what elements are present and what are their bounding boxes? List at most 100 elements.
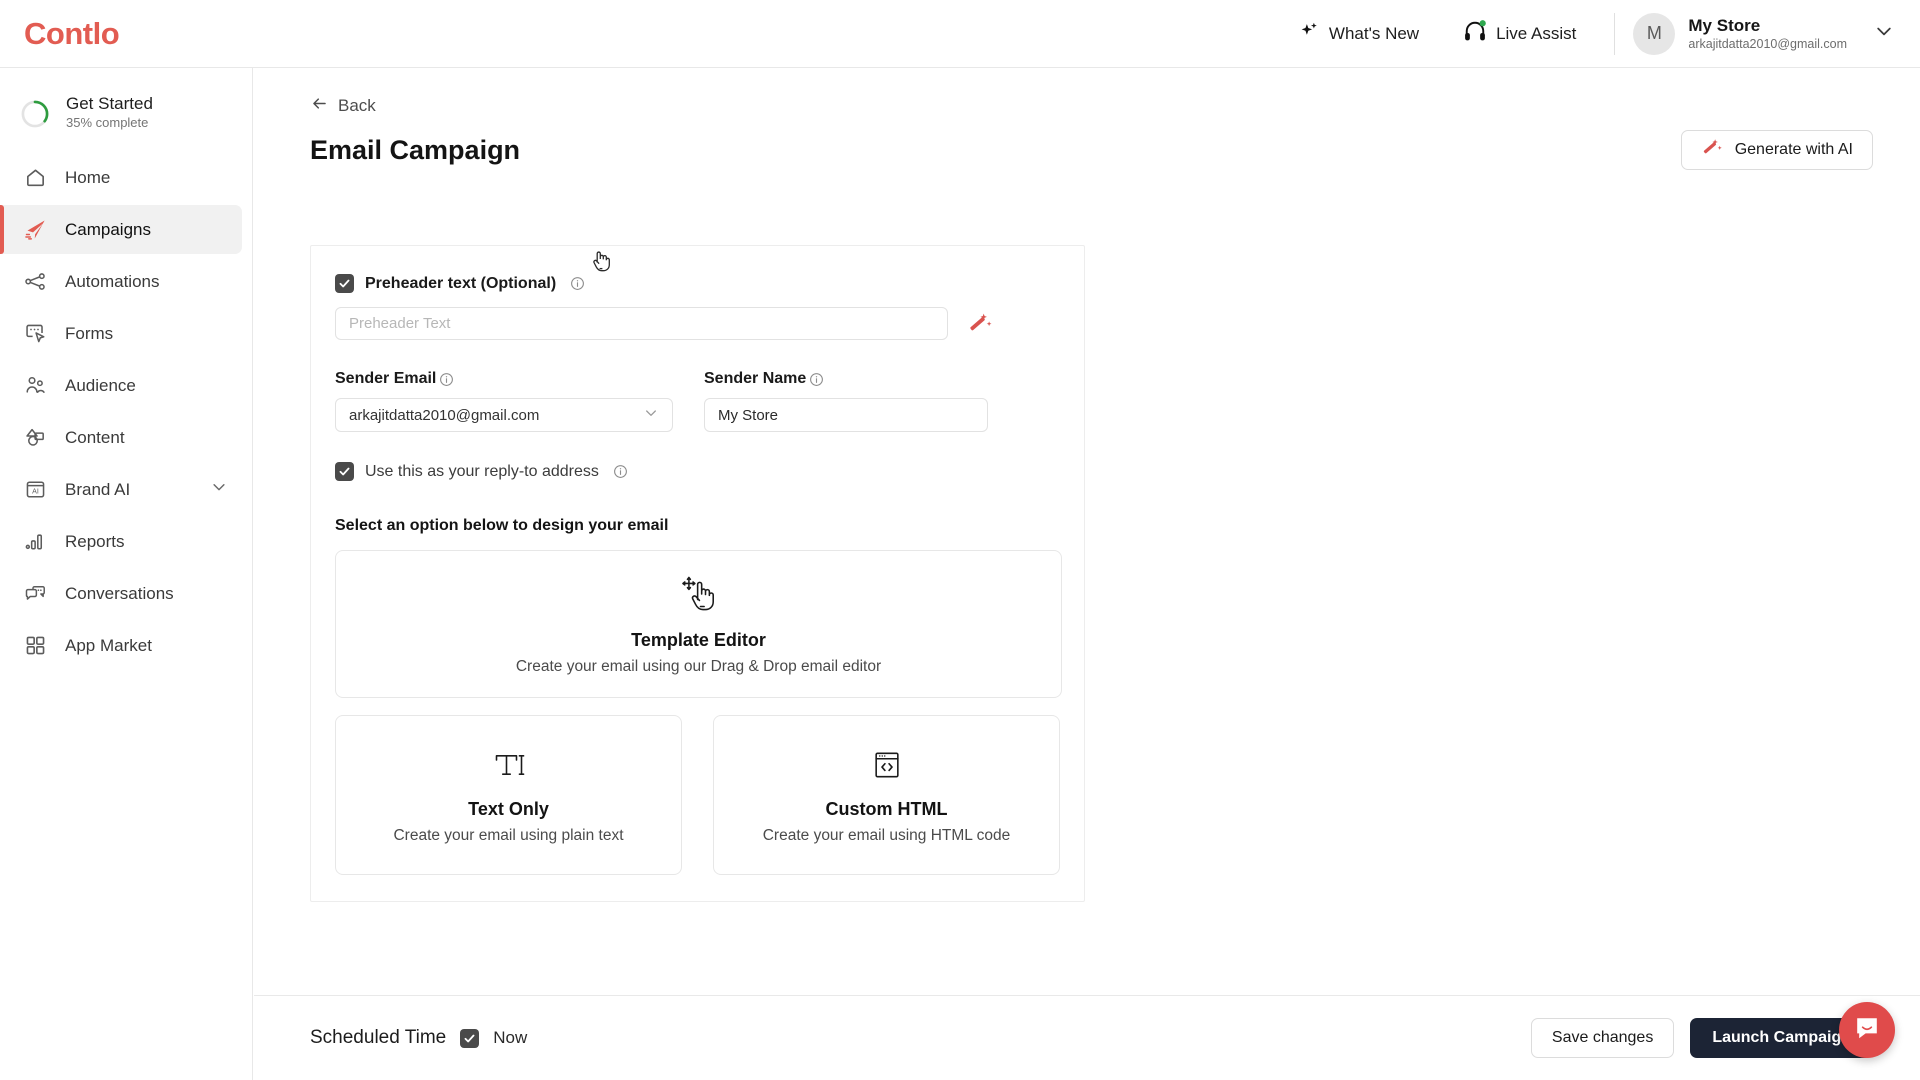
option-card-text-only[interactable]: Text Only Create your email using plain … <box>335 715 682 875</box>
sidebar-item-content[interactable]: Content <box>0 413 242 462</box>
reply-to-label: Use this as your reply-to address <box>365 462 599 480</box>
info-icon[interactable] <box>613 464 628 479</box>
sender-fields-row: Sender Email arkajitdatta2010@gmail.com <box>335 370 1060 432</box>
sidebar-label-app-market: App Market <box>65 635 152 655</box>
campaign-scroll-area: Back Email Campaign Generate with AI Pre… <box>254 68 1920 996</box>
sender-name-group: Sender Name <box>704 370 988 432</box>
footer-action-bar: Scheduled Time Now Save changes Launch C… <box>254 996 1920 1080</box>
option-card-template-editor[interactable]: Template Editor Create your email using … <box>335 550 1062 698</box>
live-assist-label: Live Assist <box>1496 23 1577 43</box>
scheduled-time-group: Scheduled Time Now <box>310 1027 527 1049</box>
preheader-magic-wand-icon[interactable] <box>966 310 994 338</box>
sidebar-label-audience: Audience <box>65 375 136 395</box>
campaign-form-card: Preheader text (Optional) Preheader Text… <box>310 245 1085 902</box>
support-chat-button[interactable] <box>1839 1002 1895 1058</box>
sidebar-label-home: Home <box>65 167 111 187</box>
info-icon[interactable] <box>570 276 585 291</box>
ai-box-icon: AI <box>23 477 48 502</box>
sidebar-label-content: Content <box>65 427 125 447</box>
magic-wand-icon <box>1701 137 1723 164</box>
sparkle-icon <box>1299 21 1320 47</box>
home-icon <box>23 165 48 190</box>
sender-email-label-row: Sender Email <box>335 370 673 388</box>
page-title: Email Campaign <box>310 135 521 165</box>
sidebar-item-reports[interactable]: Reports <box>0 517 242 566</box>
sidebar-label-reports: Reports <box>65 531 125 551</box>
sidebar-item-automations[interactable]: Automations <box>0 257 242 306</box>
sidebar-label-conversations: Conversations <box>65 583 174 603</box>
sidebar-item-conversations[interactable]: Conversations <box>0 569 242 618</box>
app-logo[interactable]: Contlo <box>0 16 253 52</box>
info-icon[interactable] <box>439 372 454 387</box>
save-changes-button[interactable]: Save changes <box>1530 1018 1675 1058</box>
sidebar-item-forms[interactable]: Forms <box>0 309 242 358</box>
bar-chart-icon <box>23 529 48 554</box>
preheader-input[interactable] <box>335 307 948 340</box>
sender-name-input[interactable] <box>704 398 988 432</box>
generate-with-ai-label: Generate with AI <box>1734 141 1853 158</box>
preheader-checkbox-row[interactable]: Preheader text (Optional) <box>335 274 1060 293</box>
footer-buttons: Save changes Launch Campaign <box>1530 1018 1873 1058</box>
people-icon <box>23 373 48 398</box>
sender-email-group: Sender Email arkajitdatta2010@gmail.com <box>335 370 673 432</box>
sidebar-item-audience[interactable]: Audience <box>0 361 242 410</box>
nodes-icon <box>23 269 48 294</box>
chat-bubbles-icon <box>23 581 48 606</box>
scheduled-time-label: Scheduled Time <box>310 1027 447 1048</box>
main-content: Back Email Campaign Generate with AI Pre… <box>254 68 1920 1080</box>
chat-message-icon <box>1853 1014 1881 1047</box>
sender-name-label-row: Sender Name <box>704 370 988 388</box>
generate-with-ai-button[interactable]: Generate with AI <box>1680 130 1873 170</box>
progress-ring-icon <box>20 99 50 129</box>
preheader-field-row <box>335 307 1060 340</box>
schedule-now-label: Now <box>493 1028 528 1047</box>
chevron-down-icon[interactable] <box>210 478 228 501</box>
chevron-down-icon <box>643 405 659 425</box>
topbar-divider <box>1614 12 1616 55</box>
text-type-icon <box>489 745 529 790</box>
design-section-title: Select an option below to design your em… <box>335 517 669 534</box>
sender-name-label: Sender Name <box>704 370 807 387</box>
profile-menu[interactable]: M My Store arkajitdatta2010@gmail.com <box>1623 12 1920 55</box>
option-title-template-editor: Template Editor <box>631 630 766 650</box>
paper-plane-icon <box>23 217 48 242</box>
profile-name: My Store <box>1688 15 1761 35</box>
sender-email-label: Sender Email <box>335 370 437 387</box>
option-card-custom-html[interactable]: Custom HTML Create your email using HTML… <box>713 715 1060 875</box>
sidebar-label-forms: Forms <box>65 323 114 343</box>
sidebar-label-brand-ai: Brand AI <box>65 479 131 499</box>
sender-email-select[interactable]: arkajitdatta2010@gmail.com <box>335 398 673 432</box>
sidebar-label-automations: Automations <box>65 271 160 291</box>
sidebar-item-app-market[interactable]: App Market <box>0 621 242 670</box>
option-desc-template-editor: Create your email using our Drag & Drop … <box>515 658 882 675</box>
code-window-icon <box>867 745 907 790</box>
chevron-down-icon <box>1874 21 1894 46</box>
sidebar-item-home[interactable]: Home <box>0 153 242 202</box>
sidebar: Get Started 35% complete Home Campaigns … <box>0 68 253 1080</box>
whats-new-button[interactable]: What's New <box>1277 21 1441 47</box>
sidebar-item-get-started[interactable]: Get Started 35% complete <box>0 88 252 139</box>
option-cards-row: Text Only Create your email using plain … <box>335 715 1060 875</box>
shapes-icon <box>23 425 48 450</box>
back-button[interactable]: Back <box>310 94 376 118</box>
back-label: Back <box>338 96 376 115</box>
option-title-text-only: Text Only <box>468 799 549 819</box>
sidebar-item-campaigns[interactable]: Campaigns <box>0 205 242 255</box>
topbar-actions: What's New Live Assist M My Store arkaji… <box>1277 0 1920 67</box>
grid-apps-icon <box>23 633 48 658</box>
reply-to-checkbox[interactable] <box>335 462 354 481</box>
reply-to-checkbox-row[interactable]: Use this as your reply-to address <box>335 462 1060 481</box>
drag-hand-icon <box>677 572 721 621</box>
headset-icon <box>1463 20 1487 47</box>
sender-email-value: arkajitdatta2010@gmail.com <box>349 406 540 424</box>
live-assist-button[interactable]: Live Assist <box>1441 20 1598 47</box>
option-desc-text-only: Create your email using plain text <box>393 827 624 844</box>
option-title-custom-html: Custom HTML <box>825 799 948 819</box>
form-click-icon <box>23 321 48 346</box>
preheader-label: Preheader text (Optional) <box>365 274 557 292</box>
preheader-checkbox[interactable] <box>335 274 354 293</box>
top-bar: Contlo What's New Live Assist M My Store… <box>0 0 1920 68</box>
info-icon[interactable] <box>809 372 824 387</box>
schedule-now-checkbox[interactable] <box>460 1028 480 1048</box>
sidebar-item-brand-ai[interactable]: AI Brand AI <box>0 465 242 514</box>
